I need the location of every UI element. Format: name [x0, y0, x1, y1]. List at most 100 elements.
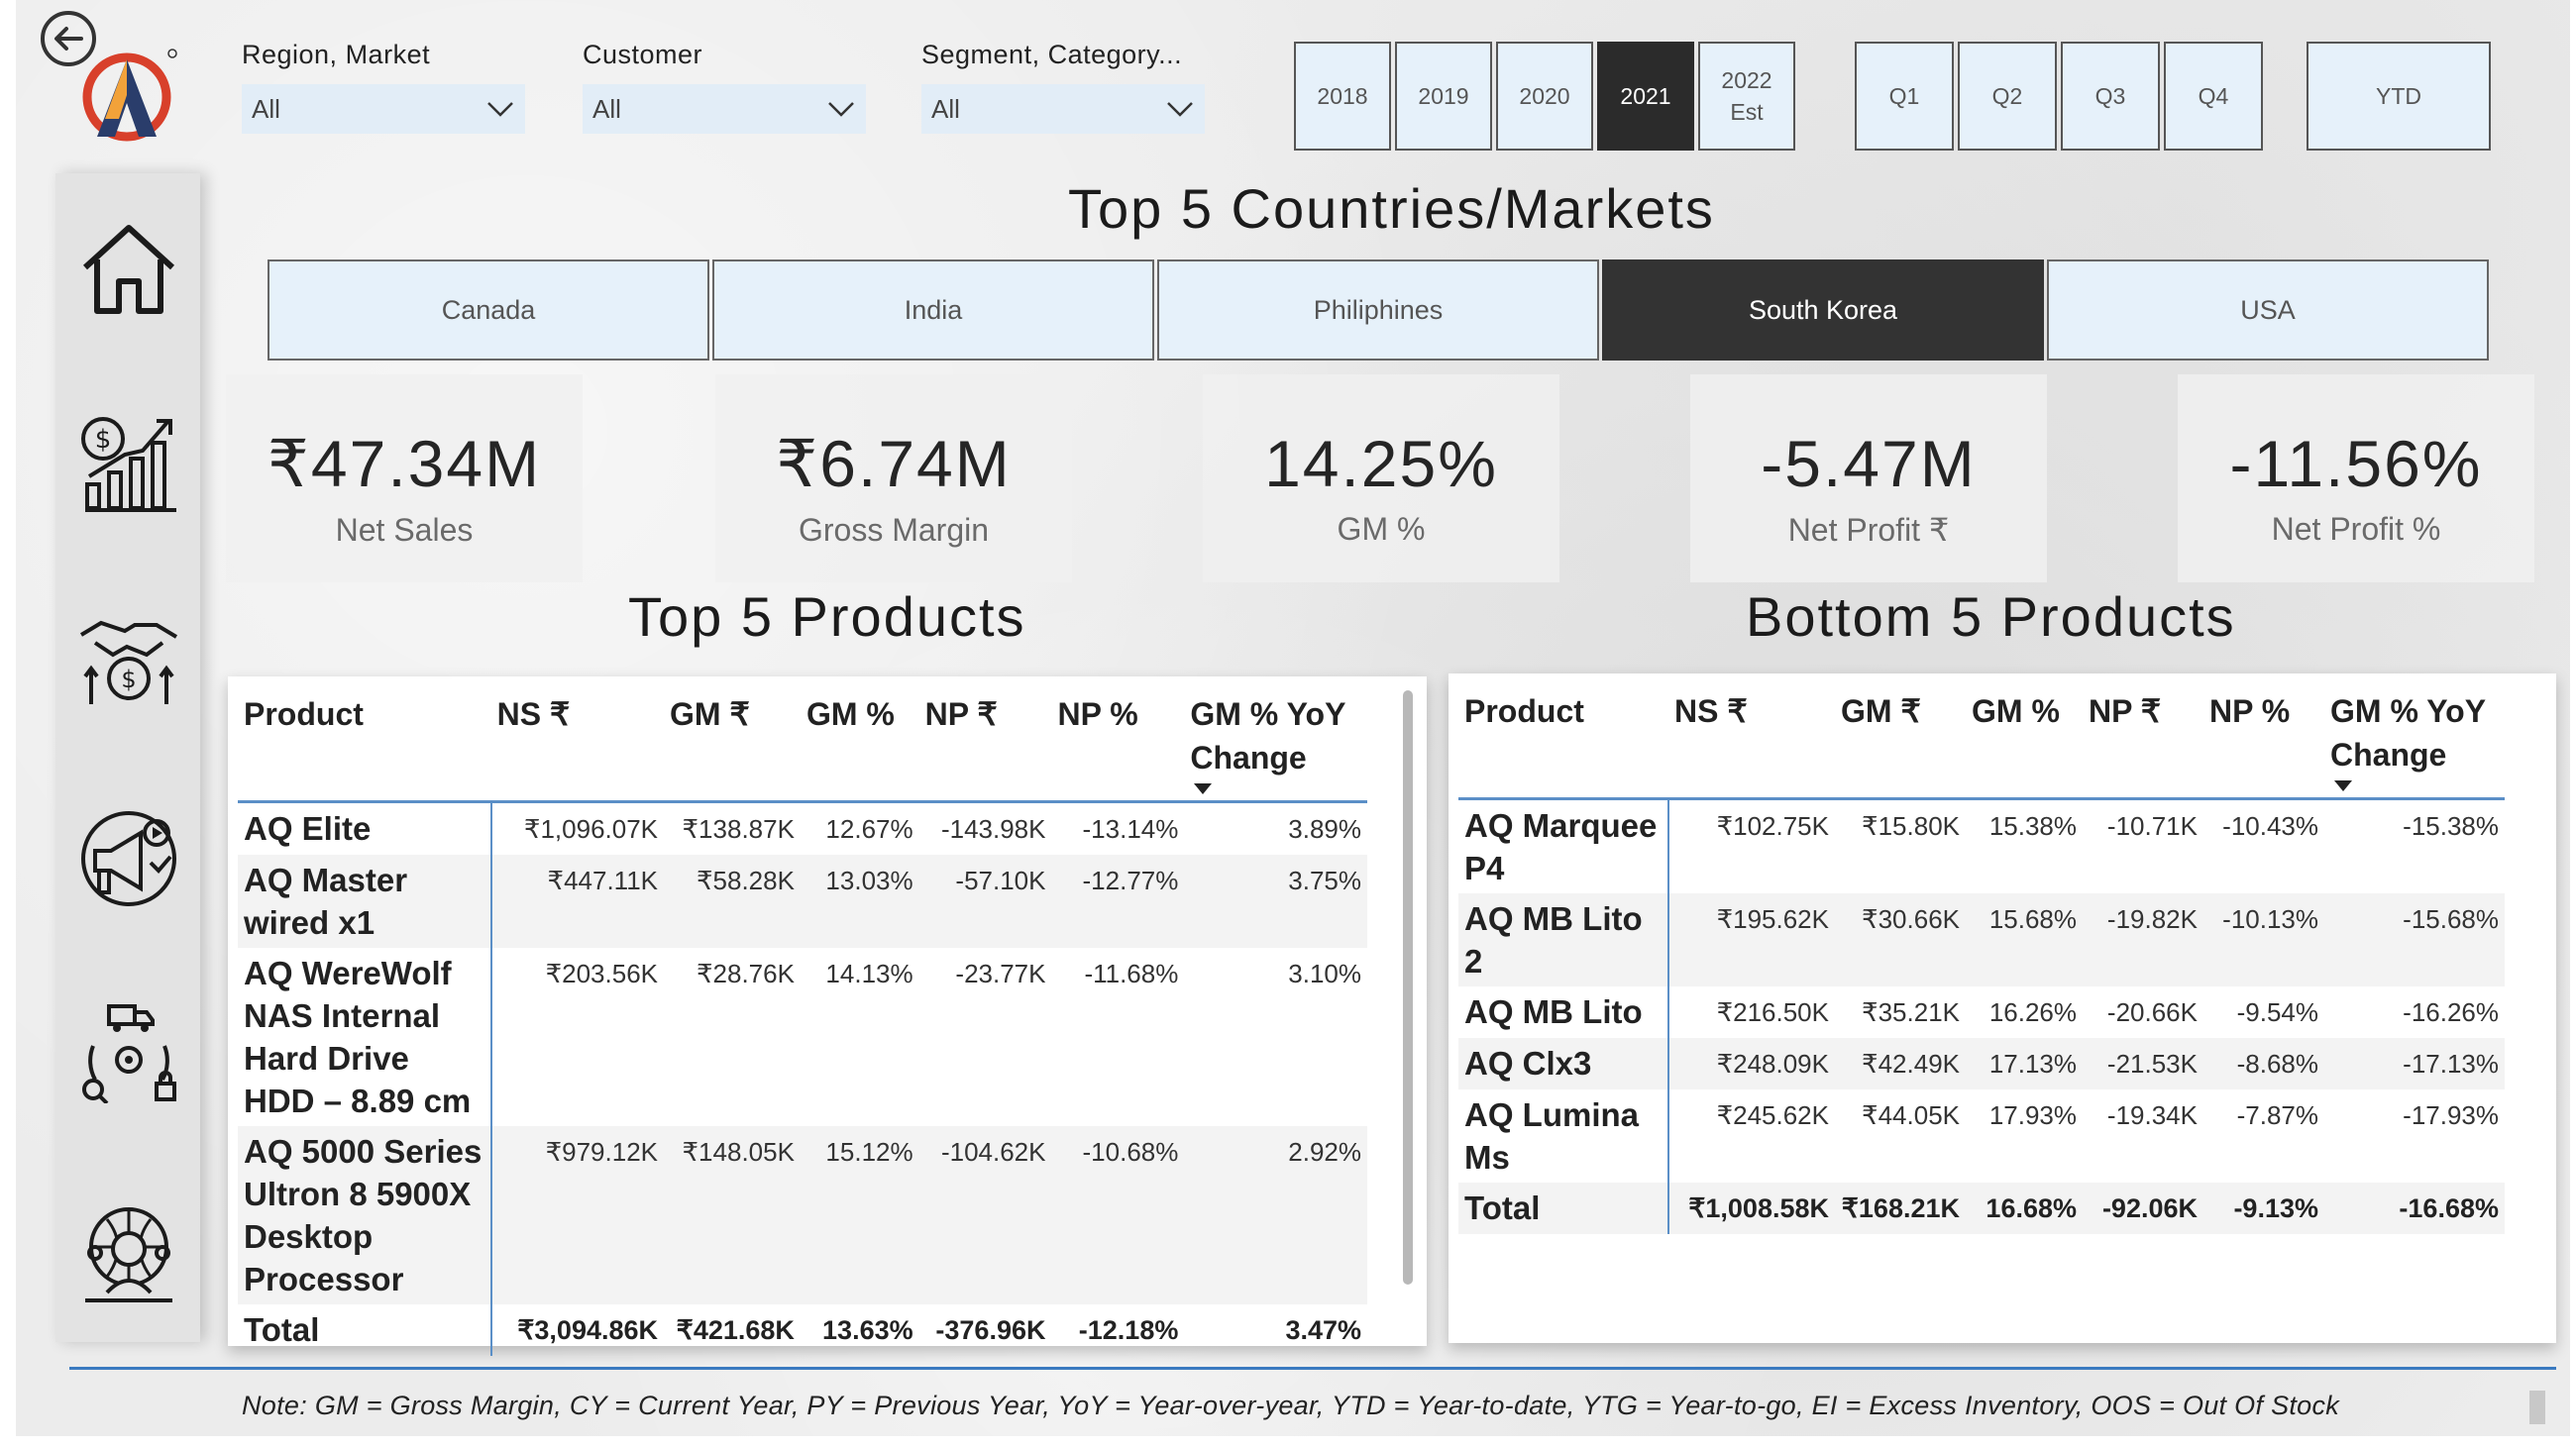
filter-label: Customer [583, 40, 703, 69]
customer-dropdown[interactable]: All [583, 84, 866, 134]
quarter-button-q2[interactable]: Q2 [1958, 42, 2057, 151]
np-percent-value: -13.14% [1082, 814, 1179, 844]
np-value: -10.71K [2106, 811, 2198, 841]
product-name: AQ Marquee P4 [1458, 798, 1669, 893]
year-button-2020[interactable]: 2020 [1496, 42, 1593, 151]
np-value: -19.82K [2083, 893, 2203, 986]
company-logo [82, 49, 177, 142]
column-header-gm-yoy[interactable]: GM % YoY Change [2324, 683, 2505, 800]
year-button-2019[interactable]: 2019 [1395, 42, 1492, 151]
kpi-value: ₹6.74M [776, 427, 1012, 500]
table-row[interactable]: AQ MB Lito ₹216.50K ₹35.21K 16.26% -20.6… [1458, 986, 2505, 1038]
table-scrollbar[interactable] [1403, 690, 1413, 1285]
column-header-gm-percent[interactable]: GM % [1966, 683, 2083, 800]
country-label: Philiphines [1313, 294, 1444, 325]
table-row[interactable]: AQ Elite ₹1,096.07K ₹138.87K 12.67% -143… [238, 801, 1367, 855]
table-row[interactable]: AQ WereWolf NAS Internal Hard Drive HDD … [238, 948, 1367, 1126]
kpi-value: -5.47M [1761, 427, 1977, 500]
supply-chain-icon[interactable] [77, 1000, 180, 1105]
ns-total: ₹1,008.58K [1668, 1183, 1835, 1234]
np-percent-value: -10.43% [2222, 811, 2318, 841]
product-name: AQ 5000 Series Ultron 8 5900X Desktop Pr… [238, 1126, 492, 1304]
gm-value: ₹35.21K [1862, 997, 1960, 1027]
product-name: AQ Master wired x1 [238, 855, 492, 948]
column-header-np[interactable]: NP ₹ [918, 686, 1052, 803]
table-row[interactable]: AQ Lumina Ms ₹245.62K ₹44.05K 17.93% -19… [1458, 1089, 2505, 1183]
country-button-south-korea[interactable]: South Korea [1602, 259, 2044, 361]
filter-value: All [931, 93, 960, 124]
segment-category-filter: Segment, Category... All [921, 40, 1205, 134]
column-header-np-percent[interactable]: NP % [2203, 683, 2324, 800]
ns-value: ₹1,096.07K [523, 814, 659, 844]
ns-value: ₹216.50K [1716, 997, 1829, 1027]
region-market-dropdown[interactable]: All [242, 84, 525, 134]
quarter-button-q4[interactable]: Q4 [2164, 42, 2263, 151]
year-label: 2022 [1721, 66, 1772, 93]
gm-yoy-value: -16.26% [2403, 997, 2499, 1027]
table-row[interactable]: AQ Master wired x1 ₹447.11K ₹58.28K 13.0… [238, 855, 1367, 948]
gm-yoy-value: 2.92% [1184, 1126, 1367, 1304]
year-button-2021[interactable]: 2021 [1597, 42, 1694, 151]
table-row[interactable]: AQ MB Lito 2 ₹195.62K ₹30.66K 15.68% -19… [1458, 893, 2505, 986]
bottom-products-title: Bottom 5 Products [1746, 585, 2236, 648]
np-value: -57.10K [918, 855, 1052, 948]
column-header-ns[interactable]: NS ₹ [490, 686, 665, 803]
gm-percent-value: 14.13% [825, 959, 913, 988]
country-button-canada[interactable]: Canada [268, 259, 709, 361]
country-label: South Korea [1748, 294, 1898, 325]
gm-value: ₹15.80K [1862, 811, 1960, 841]
gm-total: ₹168.21K [1835, 1183, 1966, 1234]
gm-yoy-value: -15.38% [2403, 811, 2499, 841]
gm-percent-value: 15.68% [1966, 893, 2083, 986]
quarter-button-q3[interactable]: Q3 [2061, 42, 2160, 151]
column-header-gm[interactable]: GM ₹ [1835, 683, 1966, 800]
country-button-india[interactable]: India [712, 259, 1154, 361]
column-header-gm-percent[interactable]: GM % [800, 686, 919, 803]
ns-value: ₹248.09K [1668, 1038, 1835, 1089]
np-percent-value: -11.68% [1084, 959, 1179, 988]
column-header-np-percent[interactable]: NP % [1051, 686, 1185, 803]
year-button-2018[interactable]: 2018 [1294, 42, 1391, 151]
np-percent-value: -7.87% [2236, 1100, 2318, 1130]
home-icon[interactable] [77, 218, 180, 321]
country-button-usa[interactable]: USA [2047, 259, 2489, 361]
table-row[interactable]: AQ 5000 Series Ultron 8 5900X Desktop Pr… [238, 1126, 1367, 1304]
handshake-money-icon[interactable]: $ [77, 607, 180, 710]
segment-category-dropdown[interactable]: All [921, 84, 1205, 134]
finance-growth-icon[interactable]: $ [77, 411, 180, 514]
column-header-label: GM % YoY Change [1190, 696, 1345, 776]
column-header-gm[interactable]: GM ₹ [664, 686, 801, 803]
np-percent-total: -9.13% [2203, 1183, 2324, 1234]
table-row[interactable]: AQ Marquee P4 ₹102.75K ₹15.80K 15.38% -1… [1458, 798, 2505, 893]
kpi-label: Net Profit % [2271, 511, 2441, 547]
year-label: 2018 [1317, 82, 1368, 109]
filter-value: All [592, 93, 621, 124]
year-button-2022-est[interactable]: 2022 Est [1698, 42, 1795, 151]
np-percent-value: -8.68% [2203, 1038, 2324, 1089]
kpi-value: -11.56% [2229, 427, 2483, 500]
column-header-np[interactable]: NP ₹ [2083, 683, 2203, 800]
np-total: -376.96K [935, 1315, 1046, 1345]
column-header-product[interactable]: Product [238, 686, 491, 803]
quarter-button-q1[interactable]: Q1 [1855, 42, 1954, 151]
kpi-card-net-profit-percent: -11.56% Net Profit % [2178, 374, 2534, 582]
column-header-product[interactable]: Product [1458, 683, 1668, 800]
table-total-row: Total ₹3,094.86K ₹421.68K 13.63% -376.96… [238, 1304, 1367, 1356]
total-label: Total [1458, 1183, 1669, 1234]
country-button-philiphines[interactable]: Philiphines [1157, 259, 1599, 361]
gm-value: ₹28.76K [696, 959, 795, 988]
ns-value: ₹979.12K [490, 1126, 665, 1304]
top-products-title: Top 5 Products [628, 585, 1026, 648]
table-row[interactable]: AQ Clx3 ₹248.09K ₹42.49K 17.13% -21.53K … [1458, 1038, 2505, 1089]
gm-percent-value: 17.93% [1988, 1100, 2077, 1130]
column-header-gm-yoy[interactable]: GM % YoY Change [1184, 686, 1367, 803]
ytd-button[interactable]: YTD [2307, 42, 2491, 151]
support-agent-icon[interactable] [77, 1201, 180, 1304]
marketing-megaphone-icon[interactable] [77, 807, 180, 910]
kpi-value: 14.25% [1264, 427, 1498, 500]
gm-total: ₹421.68K [676, 1315, 795, 1345]
gm-yoy-value: -17.93% [2403, 1100, 2499, 1130]
gm-percent-total: 16.68% [1966, 1183, 2083, 1234]
footer-divider [69, 1367, 2556, 1370]
column-header-ns[interactable]: NS ₹ [1668, 683, 1835, 800]
